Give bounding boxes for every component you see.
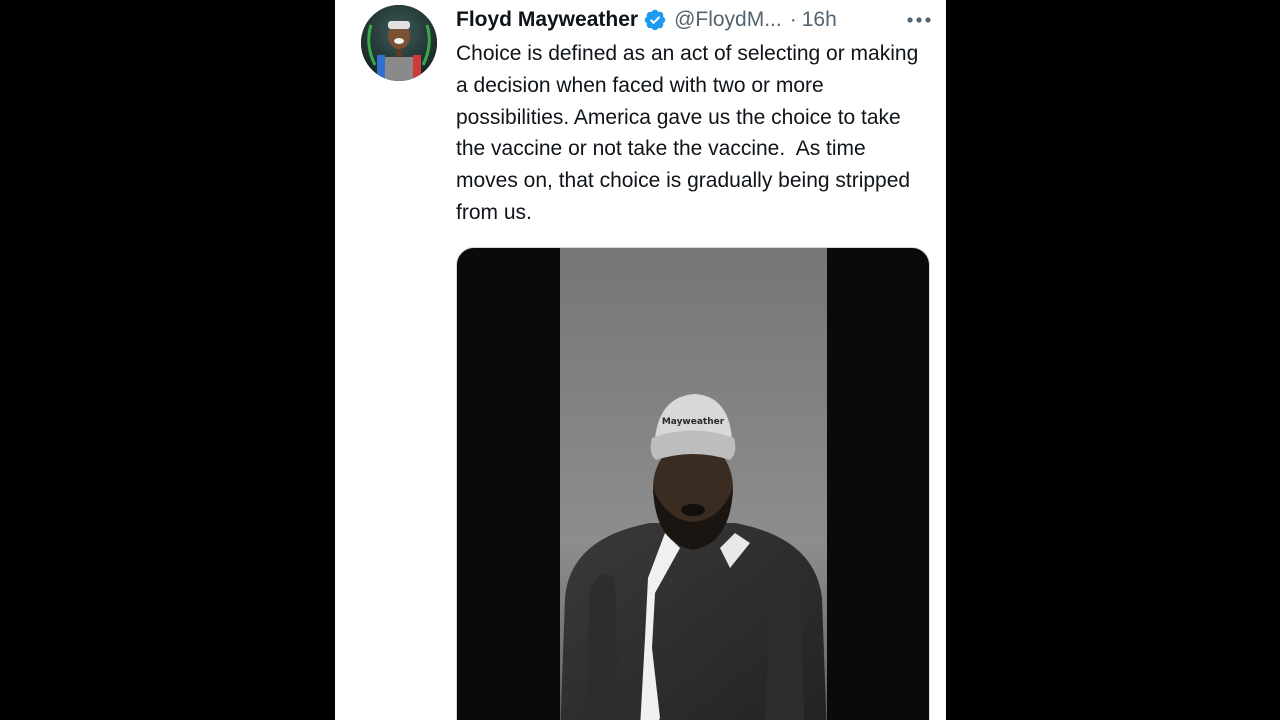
avatar-image — [361, 5, 437, 81]
timestamp[interactable]: 16h — [802, 8, 837, 32]
tweet-header: Floyd Mayweather @FloydM... · 16h — [456, 5, 934, 35]
author-name[interactable]: Floyd Mayweather — [456, 8, 638, 32]
separator-dot: · — [789, 8, 797, 31]
author-handle[interactable]: @FloydM... — [674, 8, 782, 32]
tweet-text: Choice is defined as an act of selecting… — [456, 42, 925, 224]
avatar[interactable] — [361, 5, 437, 81]
video-thumbnail[interactable]: Mayweather — [456, 247, 930, 720]
tweet-card[interactable]: Floyd Mayweather @FloydM... · 16h Choice… — [335, 0, 946, 720]
cap-logo-text: Mayweather — [662, 417, 725, 427]
verified-badge-icon — [643, 8, 667, 32]
more-options-icon[interactable] — [904, 7, 934, 33]
video-frame: Mayweather — [560, 248, 827, 720]
screen: Floyd Mayweather @FloydM... · 16h Choice… — [0, 0, 1280, 720]
